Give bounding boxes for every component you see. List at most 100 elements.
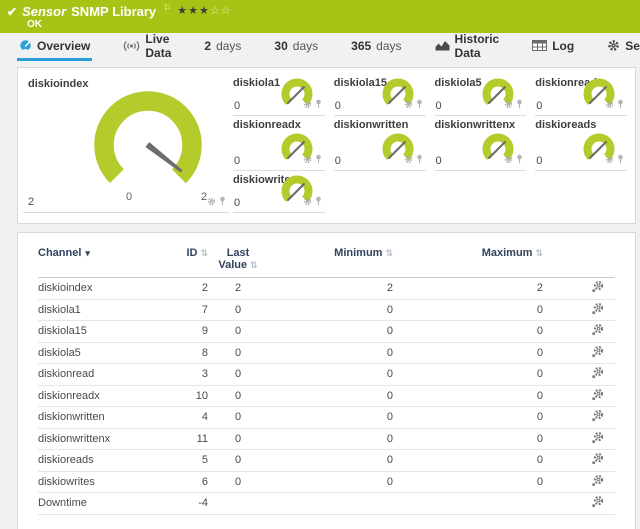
column-header-channel[interactable]: Channel▾ xyxy=(38,247,168,272)
gauge-last-value: 0 xyxy=(436,155,442,167)
tab-log[interactable]: Log xyxy=(530,33,576,61)
channel-settings-gear-icon[interactable] xyxy=(591,474,605,487)
sort-icon: ⇅ xyxy=(535,249,543,259)
channel-minimum-cell: 0 xyxy=(268,454,393,466)
gauge-pin-icon[interactable] xyxy=(516,99,523,112)
gauge-tile-diskioreads[interactable]: diskioreads 0 xyxy=(535,117,627,171)
gauge-settings-gear-icon[interactable] xyxy=(303,100,312,112)
gauge-tile-diskionwritten[interactable]: diskionwritten 0 xyxy=(334,117,426,171)
sensor-title: SNMP Library xyxy=(71,4,156,19)
gauge-settings-gear-icon[interactable] xyxy=(404,100,413,112)
channel-settings-gear-icon[interactable] xyxy=(591,345,605,358)
column-header-id[interactable]: ID⇅ xyxy=(168,247,208,272)
gauge-pin-icon[interactable] xyxy=(315,196,322,209)
tab-365-days[interactable]: 365 days xyxy=(349,33,403,61)
channel-maximum-cell: 0 xyxy=(393,454,543,466)
gauge-settings-gear-icon[interactable] xyxy=(504,100,513,112)
gauge-settings-gear-icon[interactable] xyxy=(404,155,413,167)
tab-historic-data[interactable]: Historic Data xyxy=(433,33,502,61)
gauge-pin-icon[interactable] xyxy=(315,99,322,112)
gauge-tile-diskiowrites[interactable]: diskiowrites 0 xyxy=(233,172,325,213)
gauge-pin-icon[interactable] xyxy=(516,154,523,167)
channel-id-cell: 3 xyxy=(168,368,208,380)
channel-name-cell[interactable]: diskiola15 xyxy=(38,325,168,337)
gauge-tile-diskionwrittenx[interactable]: diskionwrittenx 0 xyxy=(435,117,527,171)
gauge-settings-gear-icon[interactable] xyxy=(207,197,216,209)
primary-gauge-tile[interactable]: diskioindex 0 2 2 xyxy=(23,75,229,213)
channel-name-cell[interactable]: diskionreadx xyxy=(38,390,168,402)
tab-2-days[interactable]: 2 days xyxy=(202,33,243,61)
gauge-pin-icon[interactable] xyxy=(617,99,624,112)
channel-name-cell[interactable]: Downtime xyxy=(38,497,168,509)
table-row-diskionread: diskionread 3 0 0 0 xyxy=(38,364,615,386)
gauge-settings-gear-icon[interactable] xyxy=(605,100,614,112)
channel-last-value-cell: 0 xyxy=(208,454,268,466)
channel-settings-gear-icon[interactable] xyxy=(591,495,605,508)
gauge-settings-gear-icon[interactable] xyxy=(605,155,614,167)
channel-id-cell: 5 xyxy=(168,454,208,466)
gauge-pin-icon[interactable] xyxy=(315,154,322,167)
gauge-scale-min: 0 xyxy=(126,191,132,203)
channel-settings-gear-icon[interactable] xyxy=(591,323,605,336)
channel-name-cell[interactable]: diskionread xyxy=(38,368,168,380)
channel-last-value-cell: 0 xyxy=(208,476,268,488)
tab-label: Live Data xyxy=(145,32,171,60)
channel-settings-gear-icon[interactable] xyxy=(591,366,605,379)
channel-name-cell[interactable]: diskiowrites xyxy=(38,476,168,488)
tab-30-days[interactable]: 30 days xyxy=(272,33,320,61)
channel-settings-gear-icon[interactable] xyxy=(591,302,605,315)
gauge-settings-gear-icon[interactable] xyxy=(303,197,312,209)
channel-maximum-cell: 0 xyxy=(393,368,543,380)
column-header-actions xyxy=(543,247,615,272)
channel-name-cell[interactable]: diskiola5 xyxy=(38,347,168,359)
channel-maximum-cell: 2 xyxy=(393,282,543,294)
table-row-diskionwrittenx: diskionwrittenx 11 0 0 0 xyxy=(38,429,615,451)
gauge-last-value: 0 xyxy=(436,100,442,112)
channel-id-cell: -4 xyxy=(168,497,208,509)
tab-label: 365 xyxy=(351,39,371,53)
gauge-tile-diskiola5[interactable]: diskiola5 0 xyxy=(435,75,527,116)
tab-settings[interactable]: Settings xyxy=(605,33,640,61)
channel-name-cell[interactable]: diskioindex xyxy=(38,282,168,294)
table-row-diskiola1: diskiola1 7 0 0 0 xyxy=(38,300,615,322)
gauge-tile-diskionread[interactable]: diskionread 0 xyxy=(535,75,627,116)
channel-name-cell[interactable]: diskionwrittenx xyxy=(38,433,168,445)
channel-settings-gear-icon[interactable] xyxy=(591,452,605,465)
tab-label: Historic Data xyxy=(455,32,500,60)
gauge-tile-diskiola15[interactable]: diskiola15 0 xyxy=(334,75,426,116)
column-header-maximum[interactable]: Maximum⇅ xyxy=(393,247,543,272)
tab-live-data[interactable]: Live Data xyxy=(121,33,173,61)
gauge-settings-gear-icon[interactable] xyxy=(303,155,312,167)
tab-label: Overview xyxy=(37,39,90,53)
tab-overview[interactable]: Overview xyxy=(17,33,92,61)
channel-name-cell[interactable]: diskioreads xyxy=(38,454,168,466)
channel-id-cell: 2 xyxy=(168,282,208,294)
gauge-last-value: 0 xyxy=(234,100,240,112)
channel-maximum-cell: 0 xyxy=(393,390,543,402)
channel-maximum-cell: 0 xyxy=(393,476,543,488)
gauge-pin-icon[interactable] xyxy=(416,154,423,167)
priority-flag-icon[interactable]: ⚐ xyxy=(163,3,171,14)
prtg-sensor-page: ✔ Sensor SNMP Library ⚐ ★★★☆☆ OK Overvie… xyxy=(0,0,640,529)
column-header-last-value[interactable]: Last Value⇅ xyxy=(208,247,268,272)
gauge-tile-diskiola1[interactable]: diskiola1 0 xyxy=(233,75,325,116)
channel-name-cell[interactable]: diskionwritten xyxy=(38,411,168,423)
live-signal-icon xyxy=(123,40,140,52)
channel-settings-gear-icon[interactable] xyxy=(591,409,605,422)
priority-stars[interactable]: ★★★☆☆ xyxy=(177,4,231,17)
channel-last-value-cell: 2 xyxy=(208,282,268,294)
table-row-diskioindex: diskioindex 2 2 2 2 xyxy=(38,278,615,300)
channel-settings-gear-icon[interactable] xyxy=(591,280,605,293)
channel-minimum-cell: 0 xyxy=(268,368,393,380)
table-row-diskioreads: diskioreads 5 0 0 0 xyxy=(38,450,615,472)
channel-settings-gear-icon[interactable] xyxy=(591,388,605,401)
status-badge: OK xyxy=(27,19,630,30)
channel-name-cell[interactable]: diskiola1 xyxy=(38,304,168,316)
gauge-pin-icon[interactable] xyxy=(416,99,423,112)
gauge-tile-diskionreadx[interactable]: diskionreadx 0 xyxy=(233,117,325,171)
gauge-settings-gear-icon[interactable] xyxy=(504,155,513,167)
gauge-pin-icon[interactable] xyxy=(219,196,226,209)
channel-settings-gear-icon[interactable] xyxy=(591,431,605,444)
gauge-pin-icon[interactable] xyxy=(617,154,624,167)
column-header-minimum[interactable]: Minimum⇅ xyxy=(268,247,393,272)
